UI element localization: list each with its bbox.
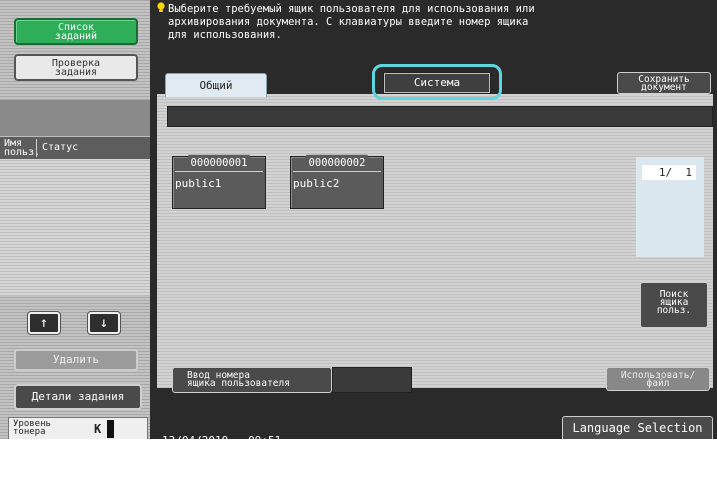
instruction-message: Выберите требуемый ящик пользователя для… bbox=[168, 3, 535, 41]
tab-general-label: Общий bbox=[199, 79, 233, 92]
toner-color-k: K bbox=[94, 422, 102, 436]
use-file-button[interactable]: Использовать/ файл bbox=[606, 367, 710, 391]
toner-label: Уровень тонера bbox=[13, 419, 51, 437]
save-document-button[interactable]: Сохранить документ bbox=[617, 72, 711, 94]
toner-bar bbox=[107, 420, 114, 438]
column-separator bbox=[36, 139, 37, 157]
lightbulb-icon bbox=[156, 2, 166, 13]
job-list-area[interactable] bbox=[0, 136, 150, 296]
arrow-down-icon: ↓ bbox=[99, 315, 109, 331]
box-name: public1 bbox=[175, 177, 222, 190]
check-job-label: Проверка задания bbox=[51, 58, 101, 78]
scroll-down-button[interactable]: ↓ bbox=[88, 312, 120, 334]
tab-system-label: Система bbox=[413, 76, 461, 89]
language-selection-label: Language Selection bbox=[572, 421, 703, 435]
page-indicator: 1/ 1 bbox=[636, 157, 704, 257]
box-number: 000000001 bbox=[183, 154, 255, 171]
status-info: 13/04/2010 09:51 Память 1% bbox=[162, 416, 382, 486]
search-user-box-button[interactable]: Поиск ящика польз. bbox=[640, 282, 708, 328]
job-list-button[interactable]: Список заданий bbox=[14, 18, 138, 45]
box-number-field[interactable] bbox=[332, 367, 412, 393]
datetime-text: 13/04/2010 09:51 bbox=[162, 434, 282, 447]
user-box-public2[interactable]: 000000002 public2 bbox=[290, 154, 384, 209]
toner-level: Уровень тонера K bbox=[8, 417, 148, 439]
tab-general[interactable]: Общий bbox=[165, 73, 267, 97]
memory-text: Память 1% bbox=[162, 464, 262, 477]
box-number: 000000002 bbox=[301, 154, 373, 171]
box-number-divider bbox=[293, 171, 381, 172]
save-document-label: Сохранить документ bbox=[638, 74, 690, 93]
lightbulb-icon-svg bbox=[157, 2, 165, 12]
use-file-label: Использовать/ файл bbox=[620, 370, 696, 389]
column-status: Статус bbox=[42, 142, 79, 153]
job-list-label: Список заданий bbox=[54, 22, 98, 42]
scroll-up-button[interactable]: ↑ bbox=[28, 312, 60, 334]
page-indicator-text: 1/ 1 bbox=[642, 165, 696, 180]
job-list-header: Имя польз. Статус bbox=[0, 137, 150, 159]
column-user-name: Имя польз. bbox=[4, 138, 41, 158]
delete-label: Удалить bbox=[52, 353, 100, 366]
delete-button[interactable]: Удалить bbox=[14, 349, 138, 371]
job-details-button[interactable]: Детали задания bbox=[14, 384, 142, 410]
job-details-label: Детали задания bbox=[31, 390, 125, 403]
enter-box-number-button[interactable]: Ввод номера ящика пользователя bbox=[172, 367, 332, 393]
tab-system[interactable]: Система bbox=[384, 73, 490, 93]
box-display-bar bbox=[167, 106, 713, 127]
box-number-divider bbox=[175, 171, 263, 172]
user-box-public1[interactable]: 000000001 public1 bbox=[172, 154, 266, 209]
sidebar-divider-band bbox=[0, 100, 150, 136]
arrow-up-icon: ↑ bbox=[39, 315, 49, 331]
language-selection-button[interactable]: Language Selection bbox=[562, 416, 713, 439]
enter-box-number-label: Ввод номера ящика пользователя bbox=[187, 370, 290, 389]
box-name: public2 bbox=[293, 177, 340, 190]
search-user-box-label: Поиск ящика польз. bbox=[656, 289, 692, 316]
check-job-button[interactable]: Проверка задания bbox=[14, 54, 138, 81]
box-panel bbox=[157, 94, 713, 388]
